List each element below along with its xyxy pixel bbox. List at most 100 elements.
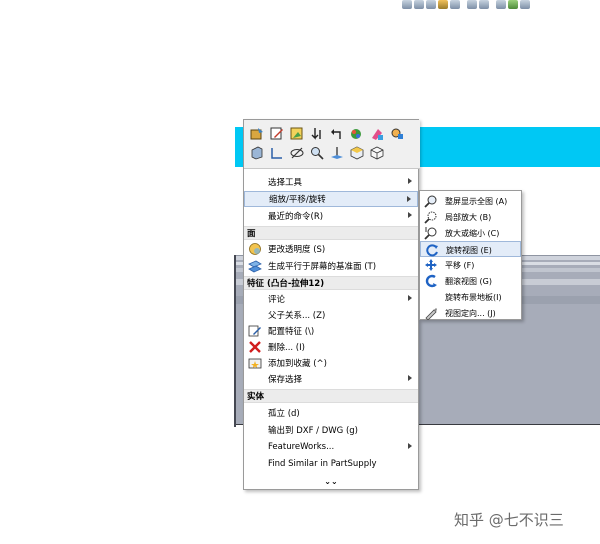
zoom-to-fit-icon[interactable] <box>309 145 325 161</box>
zoom-to-area-icon <box>424 211 437 224</box>
undo-icon[interactable] <box>329 126 345 142</box>
submenu-item-view-orientation[interactable]: 视图定向... (J) <box>420 305 521 321</box>
submenu-item-label: 翻滚视图 (G) <box>445 277 492 286</box>
edit-feature-icon[interactable] <box>289 126 305 142</box>
submenu-item-label: 整屏显示全图 (A) <box>445 197 508 206</box>
normal-to-icon[interactable] <box>309 126 325 142</box>
expand-menu-button[interactable]: ⌄⌄ <box>244 474 418 488</box>
menu-item-label: 保存选择 <box>268 375 303 385</box>
menu-item-label: 父子关系... (Z) <box>268 311 326 321</box>
menu-item-label: 更改透明度 (S) <box>268 245 326 255</box>
menu-item-featureworks[interactable]: FeatureWorks... <box>244 439 418 455</box>
previous-view-icon[interactable] <box>426 0 436 9</box>
delete-icon <box>249 341 261 353</box>
menu-item-save-selection[interactable]: 保存选择 <box>244 371 418 387</box>
pan-icon <box>425 259 437 271</box>
menu-item-find-similar[interactable]: Find Similar in PartSupply <box>244 456 418 472</box>
menu-item-add-favorite[interactable]: 添加到收藏 (^) <box>244 355 418 371</box>
toolbar-separator <box>491 0 494 9</box>
section-view-icon[interactable] <box>438 0 448 9</box>
standard-views-icon[interactable] <box>369 145 385 161</box>
submenu-item-label: 放大或缩小 (C) <box>445 229 500 238</box>
submenu-item-pan[interactable]: 平移 (F) <box>420 257 521 273</box>
submenu-arrow-icon <box>408 443 412 449</box>
menu-item-create-plane[interactable]: 生成平行于屏幕的基准面 (T) <box>244 258 418 274</box>
sketch-icon[interactable] <box>269 145 285 161</box>
context-menu: 选择工具 缩放/平移/旋转 最近的命令(R) 面 更改透明度 (S) 生成平行于… <box>243 119 420 490</box>
submenu-item-rotate-floor[interactable]: 旋转布景地板(I) <box>420 289 521 305</box>
submenu-item-roll-view[interactable]: 翻滚视图 (G) <box>420 273 521 289</box>
zoom-area-icon[interactable] <box>414 0 424 9</box>
submenu-arrow-icon <box>408 295 412 301</box>
dynamic-annotation-icon[interactable] <box>450 0 460 9</box>
section-view-icon[interactable] <box>249 145 265 161</box>
edit-color-icon[interactable] <box>369 126 385 142</box>
menu-item-select-tools[interactable]: 选择工具 <box>244 174 418 190</box>
submenu-item-label: 平移 (F) <box>445 261 475 270</box>
menu-item-label: 配置特征 (\) <box>268 327 315 337</box>
isometric-view-icon[interactable] <box>349 145 365 161</box>
hide-show-icon[interactable] <box>496 0 506 9</box>
add-favorite-icon <box>248 358 262 369</box>
appearance-icon[interactable] <box>349 126 365 142</box>
menu-item-label: 评论 <box>268 295 286 305</box>
menu-item-label: 生成平行于屏幕的基准面 (T) <box>268 262 377 272</box>
menu-item-label: Find Similar in PartSupply <box>268 459 377 469</box>
submenu-arrow-icon <box>408 178 412 184</box>
appearance-icon[interactable] <box>508 0 518 9</box>
submenu-item-label: 旋转布景地板(I) <box>445 293 502 302</box>
submenu-arrow-icon <box>408 375 412 381</box>
menu-item-delete[interactable]: 删除... (I) <box>244 339 418 355</box>
view-orientation-icon[interactable] <box>467 0 477 9</box>
menu-item-zoom-pan-rotate[interactable]: 缩放/平移/旋转 <box>244 191 418 207</box>
submenu-item-rotate-view[interactable]: 旋转视图 (E) <box>420 241 521 257</box>
section-header-feature: 特征 (凸台-拉伸12) <box>244 276 418 290</box>
menu-item-parent-child[interactable]: 父子关系... (Z) <box>244 307 418 323</box>
reference-plane-icon[interactable] <box>329 145 345 161</box>
view-orientation-icon <box>425 308 437 320</box>
submenu-arrow-icon <box>408 212 412 218</box>
submenu-item-zoom-to-fit[interactable]: 整屏显示全图 (A) <box>420 193 521 209</box>
rebuild-icon[interactable] <box>249 126 265 142</box>
configure-feature-icon <box>248 325 261 337</box>
submenu-item-label: 视图定向... (J) <box>445 309 496 318</box>
menu-item-export-dxf[interactable]: 输出到 DXF / DWG (g) <box>244 422 418 438</box>
menu-item-comment[interactable]: 评论 <box>244 291 418 307</box>
watermark: 知乎 @七不识三 <box>454 511 564 529</box>
roll-view-icon <box>425 274 437 288</box>
submenu-item-zoom-in-out[interactable]: 放大或缩小 (C) <box>420 225 521 241</box>
section-header-body: 实体 <box>244 389 418 403</box>
display-style-icon[interactable] <box>479 0 489 9</box>
submenu-item-zoom-to-area[interactable]: 局部放大 (B) <box>420 209 521 225</box>
menu-item-label: 最近的命令(R) <box>268 212 324 222</box>
transparency-icon <box>249 243 261 255</box>
menu-item-label: 添加到收藏 (^) <box>268 359 327 369</box>
zoom-selection-icon[interactable] <box>389 126 405 142</box>
model-edge <box>234 255 236 427</box>
hide-icon[interactable] <box>289 145 305 161</box>
context-toolbar <box>244 120 420 169</box>
section-header-face: 面 <box>244 226 418 240</box>
submenu-item-label: 局部放大 (B) <box>445 213 492 222</box>
zoom-to-fit-icon <box>424 195 437 208</box>
submenu-arrow-icon <box>407 196 411 202</box>
toolbar-separator <box>462 0 465 9</box>
scene-icon[interactable] <box>520 0 530 9</box>
zoom-in-out-icon <box>424 227 437 240</box>
submenu-item-label: 旋转视图 (E) <box>446 246 492 255</box>
menu-item-label: 选择工具 <box>268 178 303 188</box>
zoom-pan-rotate-submenu: 整屏显示全图 (A) 局部放大 (B) 放大或缩小 (C) 旋转视图 (E) 平… <box>419 190 522 320</box>
plane-icon <box>248 260 262 273</box>
menu-item-label: 缩放/平移/旋转 <box>269 195 326 205</box>
menu-item-change-transparency[interactable]: 更改透明度 (S) <box>244 241 418 257</box>
rotate-view-icon <box>426 244 438 257</box>
menu-item-isolate[interactable]: 孤立 (d) <box>244 405 418 421</box>
menu-item-label: FeatureWorks... <box>268 442 335 452</box>
edit-sketch-icon[interactable] <box>269 126 285 142</box>
view-toolbar <box>402 0 600 9</box>
zoom-fit-icon[interactable] <box>402 0 412 9</box>
menu-item-recent-commands[interactable]: 最近的命令(R) <box>244 208 418 224</box>
menu-item-configure-feature[interactable]: 配置特征 (\) <box>244 323 418 339</box>
menu-item-label: 输出到 DXF / DWG (g) <box>268 426 358 436</box>
menu-item-label: 删除... (I) <box>268 343 305 353</box>
